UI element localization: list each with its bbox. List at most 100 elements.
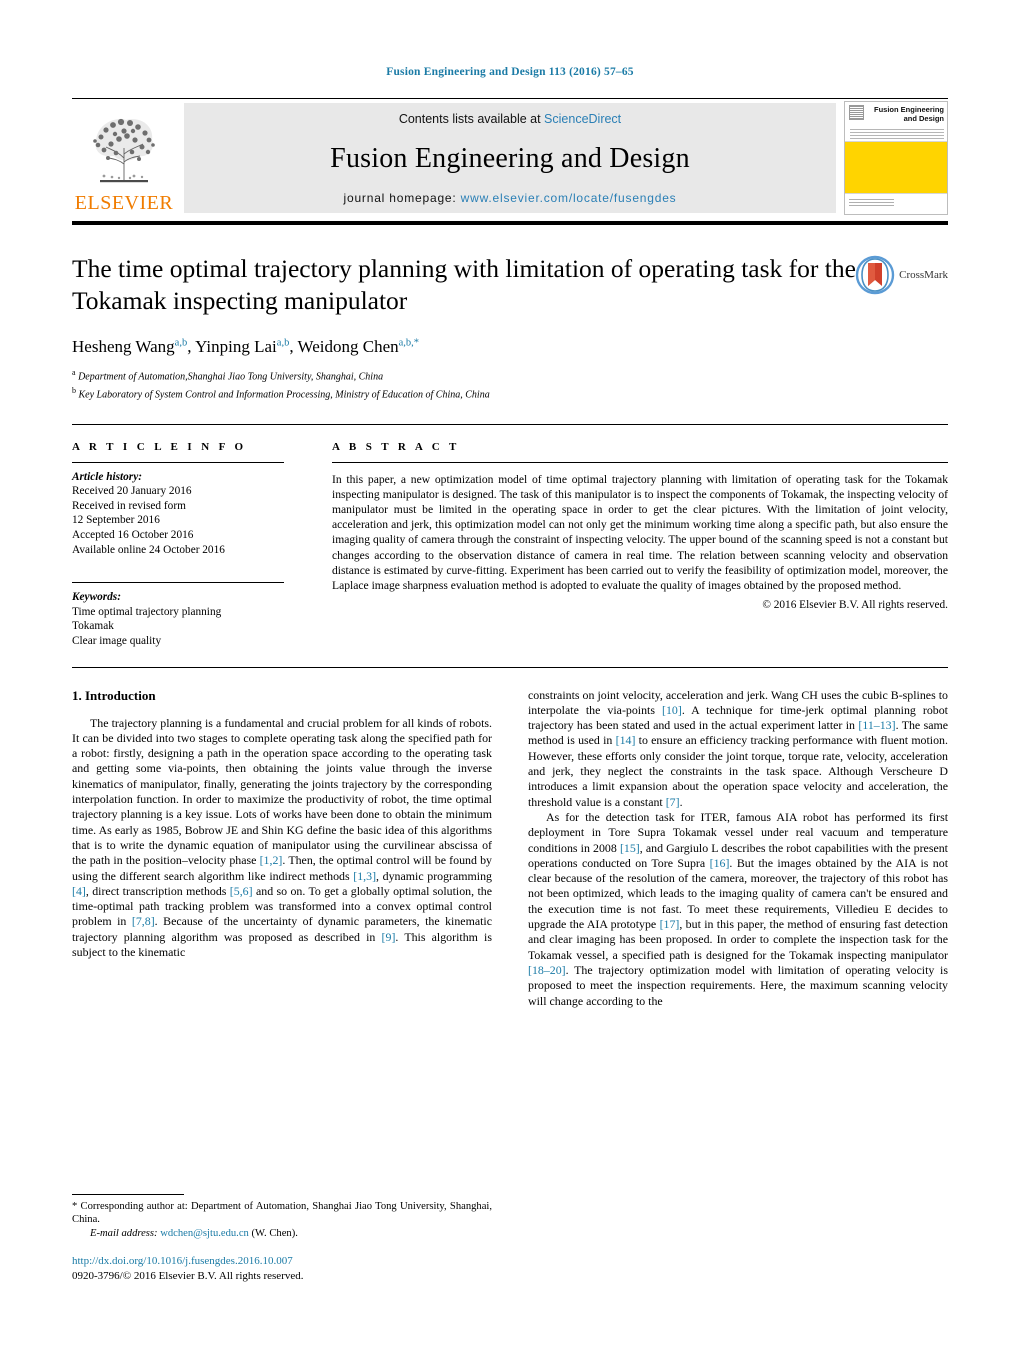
cover-footer	[845, 193, 947, 214]
article-history-item: 12 September 2016	[72, 514, 160, 527]
author-list: Hesheng Wanga,b, Yinping Laia,b, Weidong…	[72, 337, 948, 357]
contents-available-line: Contents lists available at ScienceDirec…	[399, 112, 621, 126]
body-columns: 1. Introduction The trajectory planning …	[72, 688, 948, 1009]
citation-ref[interactable]: [14]	[616, 733, 636, 747]
article-info-rule	[72, 461, 284, 463]
citation-ref[interactable]: [1,2]	[260, 853, 283, 867]
email-label: E-mail address:	[90, 1227, 158, 1239]
author-2-marks: a,b	[276, 337, 290, 349]
par-text: . The trajectory optimization model with…	[528, 962, 948, 1008]
abstract-column: A B S T R A C T In this paper, a new opt…	[308, 441, 948, 649]
article-history-label: Article history:	[72, 470, 142, 483]
page-title: The time optimal trajectory planning wit…	[72, 254, 856, 315]
elsevier-tree-icon	[93, 118, 155, 183]
footnote-area: * Corresponding author at: Department of…	[72, 1193, 492, 1283]
author-3-name: Weidong Chen	[297, 337, 399, 356]
author-sep-1: ,	[187, 337, 196, 356]
article-info-column: A R T I C L E I N F O Article history: R…	[72, 441, 308, 649]
cover-subtitle-lines	[850, 129, 944, 139]
author-3-marks: a,b,	[398, 337, 414, 349]
affiliation-b-mark: b	[72, 385, 76, 395]
footnote-rule	[72, 1193, 184, 1195]
cover-yellow-panel	[845, 142, 947, 193]
sciencedirect-link[interactable]: ScienceDirect	[544, 112, 621, 126]
body-left-column: 1. Introduction The trajectory planning …	[72, 688, 492, 1009]
crossmark-badge[interactable]: CrossMark	[855, 255, 948, 295]
author-3: Weidong Chena,b,*	[298, 337, 420, 356]
homepage-prefix: journal homepage:	[343, 191, 461, 205]
doi-block: http://dx.doi.org/10.1016/j.fusengdes.20…	[72, 1254, 492, 1283]
keywords-label: Keywords:	[72, 591, 121, 604]
par-text: , direct transcription methods	[85, 883, 230, 898]
crossmark-icon	[855, 255, 895, 295]
crossmark-label: CrossMark	[899, 269, 948, 281]
cover-title-line-2: and Design	[903, 113, 944, 123]
corresponding-author-note: * Corresponding author at: Department of…	[72, 1200, 492, 1226]
citation-ref[interactable]: [1,3]	[353, 869, 376, 883]
cover-badge-icon	[849, 105, 864, 120]
par-text: .	[679, 794, 683, 809]
citation-ref[interactable]: [5,6]	[230, 884, 253, 898]
par-text: The trajectory planning is a fundamental…	[72, 715, 492, 868]
journal-title: Fusion Engineering and Design	[330, 142, 690, 174]
email-note: E-mail address: wdchen@sjtu.edu.cn (W. C…	[72, 1227, 492, 1240]
keyword-item: Clear image quality	[72, 635, 162, 647]
doi-link[interactable]: http://dx.doi.org/10.1016/j.fusengdes.20…	[72, 1254, 492, 1269]
abstract-copyright: © 2016 Elsevier B.V. All rights reserved…	[762, 599, 948, 612]
article-history-item: Accepted 16 October 2016	[72, 529, 194, 542]
keyword-item: Time optimal trajectory planning	[72, 605, 222, 618]
body-right-column: constraints on joint velocity, accelerat…	[528, 688, 948, 1009]
citation-ref[interactable]: [11–13]	[858, 718, 895, 732]
citation-ref[interactable]: [9]	[382, 930, 396, 944]
body-top-rule	[72, 666, 948, 668]
citation-ref[interactable]: [7]	[666, 795, 680, 809]
author-1: Hesheng Wanga,b	[72, 337, 187, 356]
abstract-text: In this paper, a new optimization model …	[332, 472, 948, 593]
affiliation-a: a Department of Automation,Shanghai Jiao…	[72, 366, 948, 384]
keywords-block: Keywords: Time optimal trajectory planni…	[72, 590, 284, 648]
paragraph-intro-left: The trajectory planning is a fundamental…	[72, 716, 492, 961]
citation-ref[interactable]: [10]	[662, 703, 682, 717]
article-history-item: Received 20 January 2016	[72, 485, 192, 498]
author-sep-2: ,	[289, 337, 298, 356]
citation-ref[interactable]: [17]	[660, 917, 680, 931]
citation-ref[interactable]: [4]	[72, 884, 86, 898]
par-text: , dynamic programming	[376, 868, 492, 883]
running-head: Fusion Engineering and Design 113 (2016)…	[386, 66, 634, 78]
author-2-name: Yinping Lai	[195, 337, 277, 356]
abstract-heading: A B S T R A C T	[332, 440, 460, 453]
author-2: Yinping Laia,b	[195, 337, 289, 356]
citation-ref[interactable]: [18–20]	[528, 963, 566, 977]
affiliation-a-text: Department of Automation,Shanghai Jiao T…	[78, 371, 384, 383]
citation-ref[interactable]: [16]	[710, 856, 730, 870]
cover-header: Fusion Engineering and Design	[845, 102, 947, 142]
affiliation-list: a Department of Automation,Shanghai Jiao…	[72, 366, 948, 402]
journal-homepage-line: journal homepage: www.elsevier.com/locat…	[344, 191, 677, 205]
info-abstract-row: A R T I C L E I N F O Article history: R…	[72, 423, 948, 649]
contents-prefix: Contents lists available at	[398, 112, 545, 126]
citation-ref[interactable]: [15]	[620, 841, 640, 855]
email-suffix: (W. Chen).	[251, 1227, 298, 1239]
corresponding-author-marker: *	[413, 337, 420, 349]
elsevier-wordmark: ELSEVIER	[74, 192, 174, 214]
journal-cover-thumbnail: Fusion Engineering and Design	[844, 101, 948, 215]
cover-journal-title: Fusion Engineering and Design	[874, 105, 944, 123]
affiliation-b: b Key Laboratory of System Control and I…	[72, 384, 948, 402]
journal-masthead: ELSEVIER Contents lists available at Sci…	[72, 98, 948, 217]
article-history-item: Available online 24 October 2016	[72, 543, 225, 556]
issn-copyright-line: 0920-3796/© 2016 Elsevier B.V. All right…	[72, 1269, 304, 1282]
article-history-item: Received in revised form	[72, 499, 186, 512]
article-info-heading: A R T I C L E I N F O	[72, 440, 247, 453]
keywords-rule	[72, 582, 284, 584]
affiliation-b-text: Key Laboratory of System Control and Inf…	[78, 389, 490, 401]
masthead-bottom-rule	[72, 221, 948, 225]
citation-ref[interactable]: [7,8]	[132, 914, 155, 928]
abstract-rule	[332, 461, 948, 463]
author-1-name: Hesheng Wang	[72, 337, 175, 356]
article-history-block: Article history: Received 20 January 201…	[72, 470, 284, 558]
paragraph-intro-right-1: constraints on joint velocity, accelerat…	[528, 688, 948, 810]
elsevier-logo: ELSEVIER	[72, 99, 176, 217]
email-link[interactable]: wdchen@sjtu.edu.cn	[160, 1228, 249, 1239]
journal-homepage-link[interactable]: www.elsevier.com/locate/fusengdes	[461, 191, 677, 205]
